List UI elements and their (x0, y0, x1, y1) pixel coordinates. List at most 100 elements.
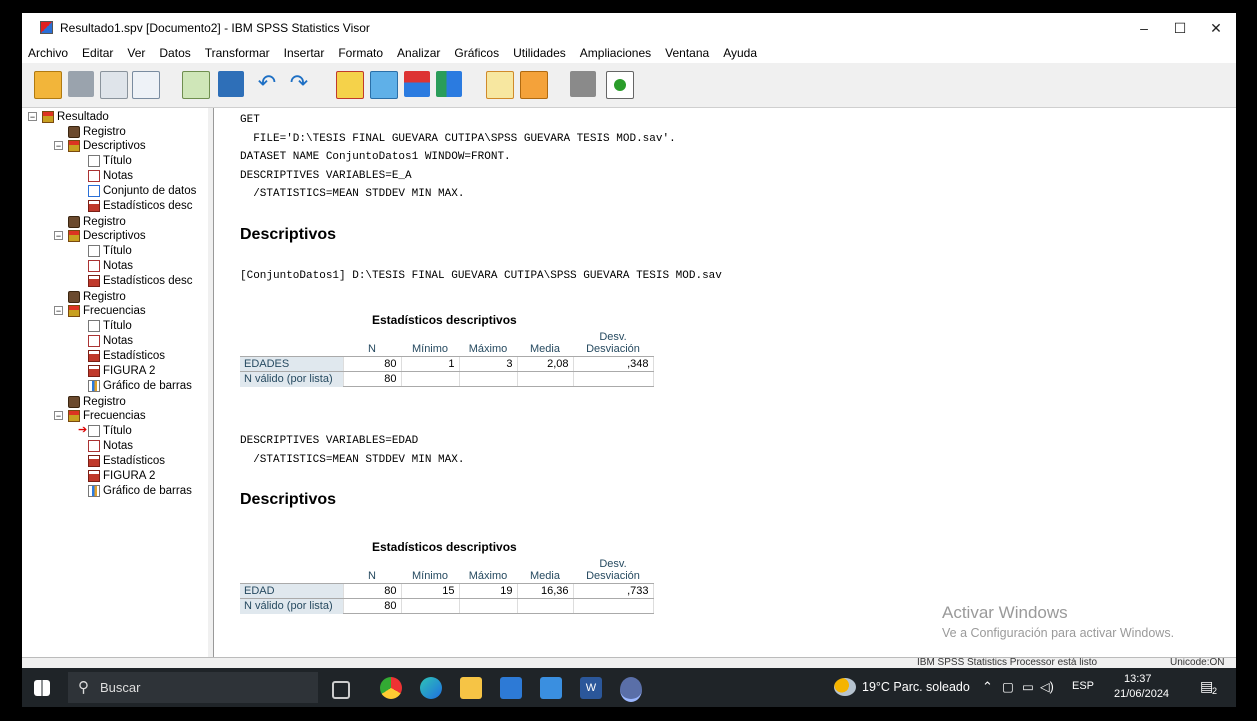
designate-window-icon[interactable] (520, 71, 548, 99)
print-icon[interactable] (100, 71, 128, 99)
tree-node[interactable]: Frecuencias (68, 303, 146, 318)
battery-icon[interactable]: ▭ (1022, 679, 1034, 694)
col-header: Máximo (459, 330, 517, 357)
spss-taskbar-icon[interactable] (620, 677, 642, 702)
tree-node[interactable]: Estadísticos desc (88, 198, 192, 213)
tree-node[interactable]: Frecuencias (68, 408, 146, 423)
maximize-button[interactable]: ☐ (1162, 17, 1198, 39)
tree-node[interactable]: Descriptivos (68, 138, 146, 153)
cell (572, 598, 654, 614)
title-icon (88, 424, 100, 437)
taskbar-search-box[interactable]: ⚲ Buscar (68, 672, 318, 703)
tree-node[interactable]: Conjunto de datos (88, 183, 196, 198)
col-header: Desv. Desviación (573, 330, 653, 357)
tree-node[interactable]: Descriptivos (68, 228, 146, 243)
windows-start-icon[interactable] (34, 680, 50, 696)
tree-node[interactable]: Registro (68, 214, 126, 229)
tree-node-label: FIGURA 2 (103, 364, 156, 377)
tree-node[interactable]: Título (88, 243, 132, 258)
collapse-icon[interactable]: − (28, 112, 37, 122)
descriptive-stats-table[interactable]: N Mínimo Máximo Media Desv. Desviación E… (240, 330, 654, 387)
goto-data-icon[interactable] (336, 71, 364, 99)
clock-date[interactable]: 21/06/2024 (1114, 688, 1169, 700)
descriptive-stats-table[interactable]: N Mínimo Máximo Media Desv. Desviación E… (240, 557, 654, 614)
tree-node-label: Descriptivos (83, 139, 146, 152)
goto-variable-icon[interactable] (404, 71, 430, 97)
tray-chevron-icon[interactable]: ⌃ (982, 679, 993, 695)
redo-icon[interactable]: ↷ (286, 71, 312, 97)
weather-text[interactable]: 19°C Parc. soleado (862, 680, 970, 694)
menu-datos[interactable]: Datos (159, 46, 190, 60)
menu-analizar[interactable]: Analizar (397, 46, 440, 60)
word-icon[interactable]: W (580, 677, 602, 699)
volume-icon[interactable]: ◁) (1040, 679, 1054, 694)
chrome-icon[interactable] (380, 677, 402, 699)
menu-utilidades[interactable]: Utilidades (513, 46, 566, 60)
menu-archivo[interactable]: Archivo (28, 46, 68, 60)
tree-node[interactable]: Estadísticos (88, 348, 165, 363)
edge-icon[interactable] (420, 677, 442, 699)
save-icon[interactable] (68, 71, 94, 97)
menu-editar[interactable]: Editar (82, 46, 113, 60)
undo-icon[interactable]: ↶ (254, 71, 280, 97)
network-icon[interactable]: ▢ (1002, 679, 1014, 694)
notes-icon (88, 259, 100, 272)
clock-time[interactable]: 13:37 (1124, 673, 1152, 685)
goto-case-icon[interactable] (370, 71, 398, 99)
tree-node[interactable]: Registro (68, 394, 126, 409)
output-heading: Descriptivos (240, 491, 337, 508)
tree-node[interactable]: FIGURA 2 (88, 363, 155, 378)
task-view-icon[interactable] (332, 681, 350, 699)
mail-icon[interactable] (540, 677, 562, 699)
tree-node[interactable]: Notas (88, 168, 133, 183)
language-indicator[interactable]: ESP (1072, 680, 1094, 692)
collapse-icon[interactable]: − (54, 231, 63, 241)
menu-ampliaciones[interactable]: Ampliaciones (580, 46, 651, 60)
tree-node[interactable]: Gráfico de barras (88, 483, 192, 498)
output-heading: Descriptivos (240, 226, 337, 243)
table-row: EDAD 80 15 19 16,36 ,733 (240, 583, 654, 599)
menu-ver[interactable]: Ver (127, 46, 145, 60)
recall-dialog-icon[interactable] (218, 71, 244, 97)
tree-node[interactable]: FIGURA 2 (88, 468, 155, 483)
tree-node[interactable]: Notas (88, 438, 133, 453)
menu-ventana[interactable]: Ventana (665, 46, 709, 60)
menu-insertar[interactable]: Insertar (284, 46, 325, 60)
menu-ayuda[interactable]: Ayuda (723, 46, 757, 60)
open-icon[interactable] (34, 71, 62, 99)
tree-node-label: Estadísticos (103, 349, 165, 362)
row-label: N válido (por lista) (240, 371, 343, 387)
tree-node-label: Notas (103, 169, 134, 182)
tree-node[interactable]: Estadísticos desc (88, 273, 192, 288)
export-icon[interactable] (182, 71, 210, 99)
tree-node[interactable]: Título (88, 318, 132, 333)
tree-node[interactable]: Gráfico de barras (88, 378, 192, 393)
collapse-icon[interactable]: − (54, 141, 63, 151)
book-icon (68, 304, 80, 317)
tree-node[interactable]: Título (88, 153, 132, 168)
tree-root[interactable]: Resultado (42, 109, 109, 124)
print-preview-icon[interactable] (132, 71, 160, 99)
menu-graficos[interactable]: Gráficos (454, 46, 499, 60)
tree-node[interactable]: Estadísticos (88, 453, 165, 468)
tree-node[interactable]: Notas (88, 333, 133, 348)
menu-transformar[interactable]: Transformar (205, 46, 270, 60)
collapse-icon[interactable]: − (54, 306, 63, 316)
cell: 80 (342, 371, 402, 387)
tree-node[interactable]: Título (88, 423, 132, 438)
store-icon[interactable] (500, 677, 522, 699)
menu-formato[interactable]: Formato (338, 46, 383, 60)
file-explorer-icon[interactable] (460, 677, 482, 699)
minimize-button[interactable]: – (1126, 17, 1162, 39)
tree-node[interactable]: Registro (68, 124, 126, 139)
weather-icon[interactable] (834, 678, 856, 696)
show-all-icon[interactable] (486, 71, 514, 99)
tree-node[interactable]: Registro (68, 289, 126, 304)
insert-output-icon[interactable] (570, 71, 596, 97)
close-button[interactable]: ✕ (1198, 17, 1234, 39)
tree-node[interactable]: Notas (88, 258, 133, 273)
log-icon (68, 290, 80, 303)
variables-icon[interactable] (436, 71, 462, 97)
collapse-icon[interactable]: − (54, 411, 63, 421)
create-syntax-icon[interactable] (606, 71, 634, 99)
